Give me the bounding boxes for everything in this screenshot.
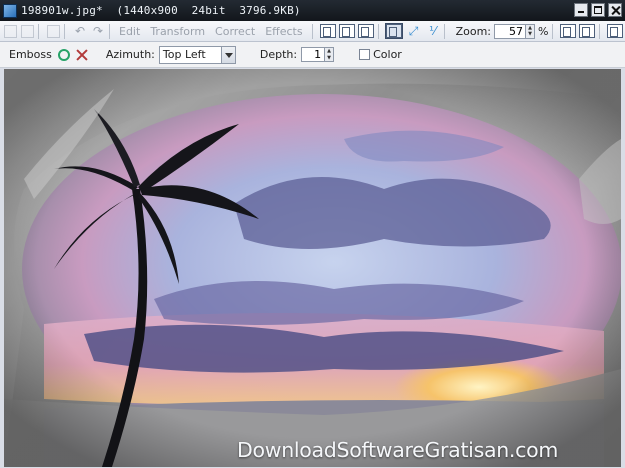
panel-right-icon[interactable] xyxy=(579,24,596,38)
minimize-icon[interactable] xyxy=(574,3,588,17)
window-controls xyxy=(574,3,622,17)
close-icon[interactable] xyxy=(608,3,622,17)
depth-label: Depth: xyxy=(259,48,298,61)
window-title: 198901w.jpg* (1440x900 24bit 3796.9KB) xyxy=(21,4,301,17)
app-icon xyxy=(3,3,17,18)
toolbar-separator xyxy=(311,23,313,39)
copy-window-icon[interactable] xyxy=(607,24,624,38)
view-right-icon[interactable] xyxy=(357,24,374,38)
delete-icon[interactable] xyxy=(47,24,60,38)
cancel-icon[interactable] xyxy=(76,49,88,61)
menu-effects[interactable]: Effects xyxy=(265,25,302,38)
color-label: Color xyxy=(373,48,402,61)
effect-options-bar: Emboss Azimuth: Top Left Depth: ▲▼ Color xyxy=(0,42,625,68)
menu-transform[interactable]: Transform xyxy=(150,25,205,38)
view-left-icon[interactable] xyxy=(338,24,355,38)
azimuth-select[interactable]: Top Left xyxy=(158,45,236,64)
azimuth-label: Azimuth: xyxy=(105,48,155,61)
redo-icon[interactable]: ↷ xyxy=(91,24,105,38)
actual-size-icon[interactable]: ⅟ xyxy=(426,24,440,38)
fit-window-icon[interactable] xyxy=(384,23,403,39)
menu-edit[interactable]: Edit xyxy=(119,25,140,38)
zoom-input[interactable] xyxy=(494,23,526,39)
zoom-label: Zoom: xyxy=(455,24,491,38)
vignette xyxy=(4,69,621,467)
depth-input[interactable] xyxy=(301,47,326,62)
toolbar-separator xyxy=(443,23,445,39)
toolbar-separator xyxy=(599,23,601,39)
view-single-icon[interactable] xyxy=(319,24,336,38)
open-folder-icon[interactable] xyxy=(4,24,17,38)
panel-left-icon[interactable] xyxy=(560,24,577,38)
save-icon[interactable] xyxy=(21,24,34,38)
title-bar: 198901w.jpg* (1440x900 24bit 3796.9KB) xyxy=(0,0,625,21)
fullscreen-icon[interactable]: ⤢ xyxy=(407,24,421,38)
zoom-unit: % xyxy=(538,24,549,38)
toolbar-separator xyxy=(38,23,39,39)
chevron-down-icon[interactable] xyxy=(220,46,235,63)
menu-correct[interactable]: Correct xyxy=(215,25,255,38)
color-checkbox[interactable] xyxy=(359,49,371,60)
effect-name: Emboss xyxy=(9,48,52,61)
watermark-text: DownloadSoftwareGratisan.com xyxy=(237,438,559,462)
toolbar-separator xyxy=(377,23,379,39)
image-canvas[interactable]: DownloadSoftwareGratisan.com xyxy=(4,69,621,467)
undo-icon[interactable]: ↶ xyxy=(73,24,87,38)
toolbar-separator xyxy=(552,23,554,39)
toolbar-separator xyxy=(64,23,65,39)
main-toolbar: ↶ ↷ Edit Transform Correct Effects ⤢ ⅟ Z… xyxy=(0,21,625,42)
depth-stepper[interactable]: ▲ ▼ xyxy=(325,47,335,62)
toolbar-separator xyxy=(109,23,110,39)
sunset-palm-image xyxy=(4,69,621,467)
azimuth-value: Top Left xyxy=(162,48,206,61)
zoom-stepper[interactable]: ▲ ▼ xyxy=(526,23,535,39)
apply-icon[interactable] xyxy=(57,48,70,61)
maximize-icon[interactable] xyxy=(591,3,605,17)
